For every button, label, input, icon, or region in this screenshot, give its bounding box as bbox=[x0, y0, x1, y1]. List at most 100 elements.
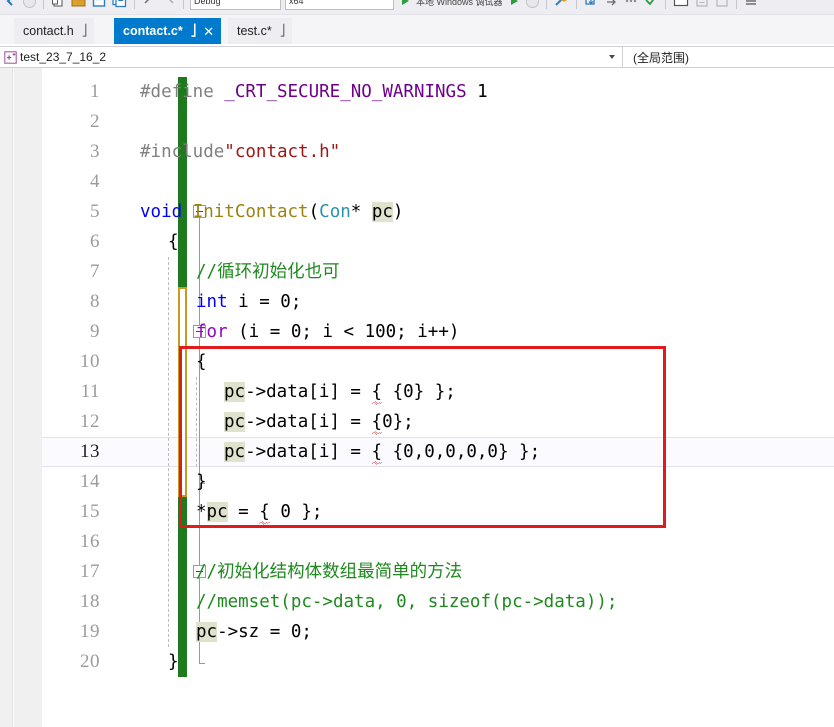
code-line[interactable]: 16 bbox=[42, 527, 834, 557]
step-into-icon[interactable] bbox=[581, 0, 601, 12]
code-token: * bbox=[350, 202, 372, 222]
code-line[interactable]: 20} bbox=[42, 647, 834, 677]
code-line[interactable]: 14} bbox=[42, 467, 834, 497]
code-text[interactable]: pc->data[i] = { {0} }; bbox=[224, 377, 456, 407]
close-icon[interactable]: ✕ bbox=[203, 25, 214, 38]
chevron-down-icon[interactable] bbox=[609, 55, 615, 59]
line-number: 3 bbox=[90, 141, 100, 162]
project-cpp-icon bbox=[4, 50, 17, 64]
navigation-bar: test_23_7_16_2 (全局范围) bbox=[0, 46, 834, 68]
code-text[interactable]: #include"contact.h" bbox=[140, 137, 340, 167]
code-token: #include bbox=[140, 142, 225, 162]
code-line[interactable]: 15 *pc = { 0 }; bbox=[42, 497, 834, 527]
open-file-icon[interactable] bbox=[68, 0, 89, 12]
code-line[interactable]: 2 bbox=[42, 107, 834, 137]
code-line[interactable]: 1 #define _CRT_SECURE_NO_WARNINGS 1 bbox=[42, 77, 834, 107]
code-token: #define bbox=[140, 82, 225, 102]
project-scope-combo[interactable]: test_23_7_16_2 bbox=[0, 47, 623, 67]
code-line[interactable]: 5 void InitContact(Con* pc) bbox=[42, 197, 834, 227]
window-layout-icon[interactable] bbox=[670, 0, 692, 12]
code-line[interactable]: 8 int i = 0; bbox=[42, 287, 834, 317]
code-line[interactable]: 3 #include"contact.h" bbox=[42, 137, 834, 167]
hot-reload-icon[interactable] bbox=[505, 0, 523, 12]
back-navigate-icon[interactable] bbox=[0, 0, 20, 12]
code-token: //memset(pc->data, 0, sizeof(pc->data)); bbox=[196, 592, 618, 612]
code-line[interactable]: 11 pc->data[i] = { {0} }; bbox=[42, 377, 834, 407]
line-number: 9 bbox=[90, 321, 100, 342]
tab-test-c[interactable]: test.c* ⎦ bbox=[228, 18, 293, 44]
pin-icon[interactable]: ⎦ bbox=[191, 25, 197, 37]
code-text[interactable]: } bbox=[168, 647, 179, 677]
uncomment-lines-icon[interactable] bbox=[712, 0, 732, 12]
new-file-icon[interactable] bbox=[48, 0, 68, 12]
code-token: ->data[i] = bbox=[245, 412, 372, 432]
code-text[interactable]: #define _CRT_SECURE_NO_WARNINGS 1 bbox=[140, 77, 488, 107]
code-text[interactable]: //循环初始化也可 bbox=[196, 257, 340, 287]
forward-navigate-icon[interactable] bbox=[20, 0, 39, 12]
code-text[interactable]: pc->sz = 0; bbox=[196, 617, 312, 647]
code-token: } bbox=[168, 652, 179, 672]
toolbar-separator bbox=[575, 0, 577, 9]
toolbar-separator bbox=[134, 0, 135, 9]
code-line[interactable]: 10 { bbox=[42, 347, 834, 377]
code-text[interactable]: pc->data[i] = { {0,0,0,0,0} }; bbox=[224, 437, 540, 467]
build-platform-combo[interactable]: x64 bbox=[285, 0, 394, 10]
undo-icon[interactable] bbox=[139, 0, 159, 12]
code-token: int bbox=[196, 292, 228, 312]
code-text[interactable]: //初始化结构体数组最简单的方法 bbox=[196, 557, 462, 587]
code-token: } bbox=[196, 472, 207, 492]
code-text[interactable]: *pc = { 0 }; bbox=[196, 497, 322, 527]
step-out-icon[interactable] bbox=[621, 0, 641, 12]
code-line[interactable]: 13 pc->data[i] = { {0,0,0,0,0} }; bbox=[42, 437, 834, 467]
tab-label: contact.h bbox=[23, 24, 74, 38]
code-line[interactable]: 9 for (i = 0; i < 100; i++) bbox=[42, 317, 834, 347]
code-text[interactable]: for (i = 0; i < 100; i++) bbox=[196, 317, 459, 347]
code-text[interactable]: int i = 0; bbox=[196, 287, 301, 317]
pin-icon[interactable]: ⎦ bbox=[82, 25, 88, 37]
save-icon[interactable] bbox=[89, 0, 109, 12]
code-token: ->data[i] = bbox=[245, 442, 372, 462]
comment-lines-icon[interactable] bbox=[692, 0, 712, 12]
verify-check-icon[interactable] bbox=[641, 0, 661, 12]
code-text[interactable]: { bbox=[168, 227, 179, 257]
code-token: ->sz = 0; bbox=[217, 622, 312, 642]
code-line[interactable]: 4 bbox=[42, 167, 834, 197]
toolbar-separator bbox=[664, 0, 666, 9]
redo-icon[interactable] bbox=[159, 0, 179, 12]
code-token: pc bbox=[206, 502, 228, 522]
line-number: 2 bbox=[90, 111, 100, 132]
code-line[interactable]: 17 //初始化结构体数组最简单的方法 bbox=[42, 557, 834, 587]
indent-icon[interactable] bbox=[741, 0, 761, 12]
code-text[interactable]: void InitContact(Con* pc) bbox=[140, 197, 403, 227]
selection-margin[interactable] bbox=[0, 68, 13, 727]
code-text[interactable]: } bbox=[196, 467, 207, 497]
code-token: ( bbox=[308, 202, 320, 222]
line-number: 18 bbox=[80, 591, 100, 612]
code-token: "contact.h" bbox=[224, 142, 341, 162]
code-line[interactable]: 18 //memset(pc->data, 0, sizeof(pc->data)… bbox=[42, 587, 834, 617]
code-surface[interactable]: 1 #define _CRT_SECURE_NO_WARNINGS 1 2 3 #inc… bbox=[42, 68, 834, 727]
tab-contact-h[interactable]: contact.h ⎦ bbox=[14, 18, 95, 44]
start-debug-icon[interactable] bbox=[396, 0, 414, 12]
code-text[interactable]: { bbox=[196, 347, 207, 377]
code-line[interactable]: 12 pc->data[i] = {0}; bbox=[42, 407, 834, 437]
breakpoint-indicator-margin[interactable] bbox=[14, 68, 42, 727]
step-over-icon[interactable] bbox=[601, 0, 621, 12]
code-line[interactable]: 19 pc->sz = 0; bbox=[42, 617, 834, 647]
stop-icon[interactable] bbox=[523, 0, 542, 12]
save-all-icon[interactable] bbox=[109, 0, 130, 12]
code-text[interactable]: pc->data[i] = {0}; bbox=[224, 407, 414, 437]
code-line[interactable]: 6{ bbox=[42, 227, 834, 257]
build-configuration-combo[interactable]: Debug bbox=[190, 0, 281, 10]
member-scope-combo[interactable]: (全局范围) bbox=[623, 47, 834, 67]
code-editor[interactable]: 1 #define _CRT_SECURE_NO_WARNINGS 1 2 3 #inc… bbox=[0, 68, 834, 727]
code-token: * bbox=[196, 502, 207, 522]
tab-contact-c[interactable]: contact.c* ⎦ ✕ bbox=[114, 18, 222, 44]
wrench-icon[interactable] bbox=[551, 0, 572, 12]
toolbar-separator bbox=[735, 0, 737, 9]
code-text[interactable]: //memset(pc->data, 0, sizeof(pc->data)); bbox=[196, 587, 617, 617]
code-line[interactable]: 7 //循环初始化也可 bbox=[42, 257, 834, 287]
line-number: 10 bbox=[80, 351, 100, 372]
pin-icon[interactable]: ⎦ bbox=[280, 25, 286, 37]
